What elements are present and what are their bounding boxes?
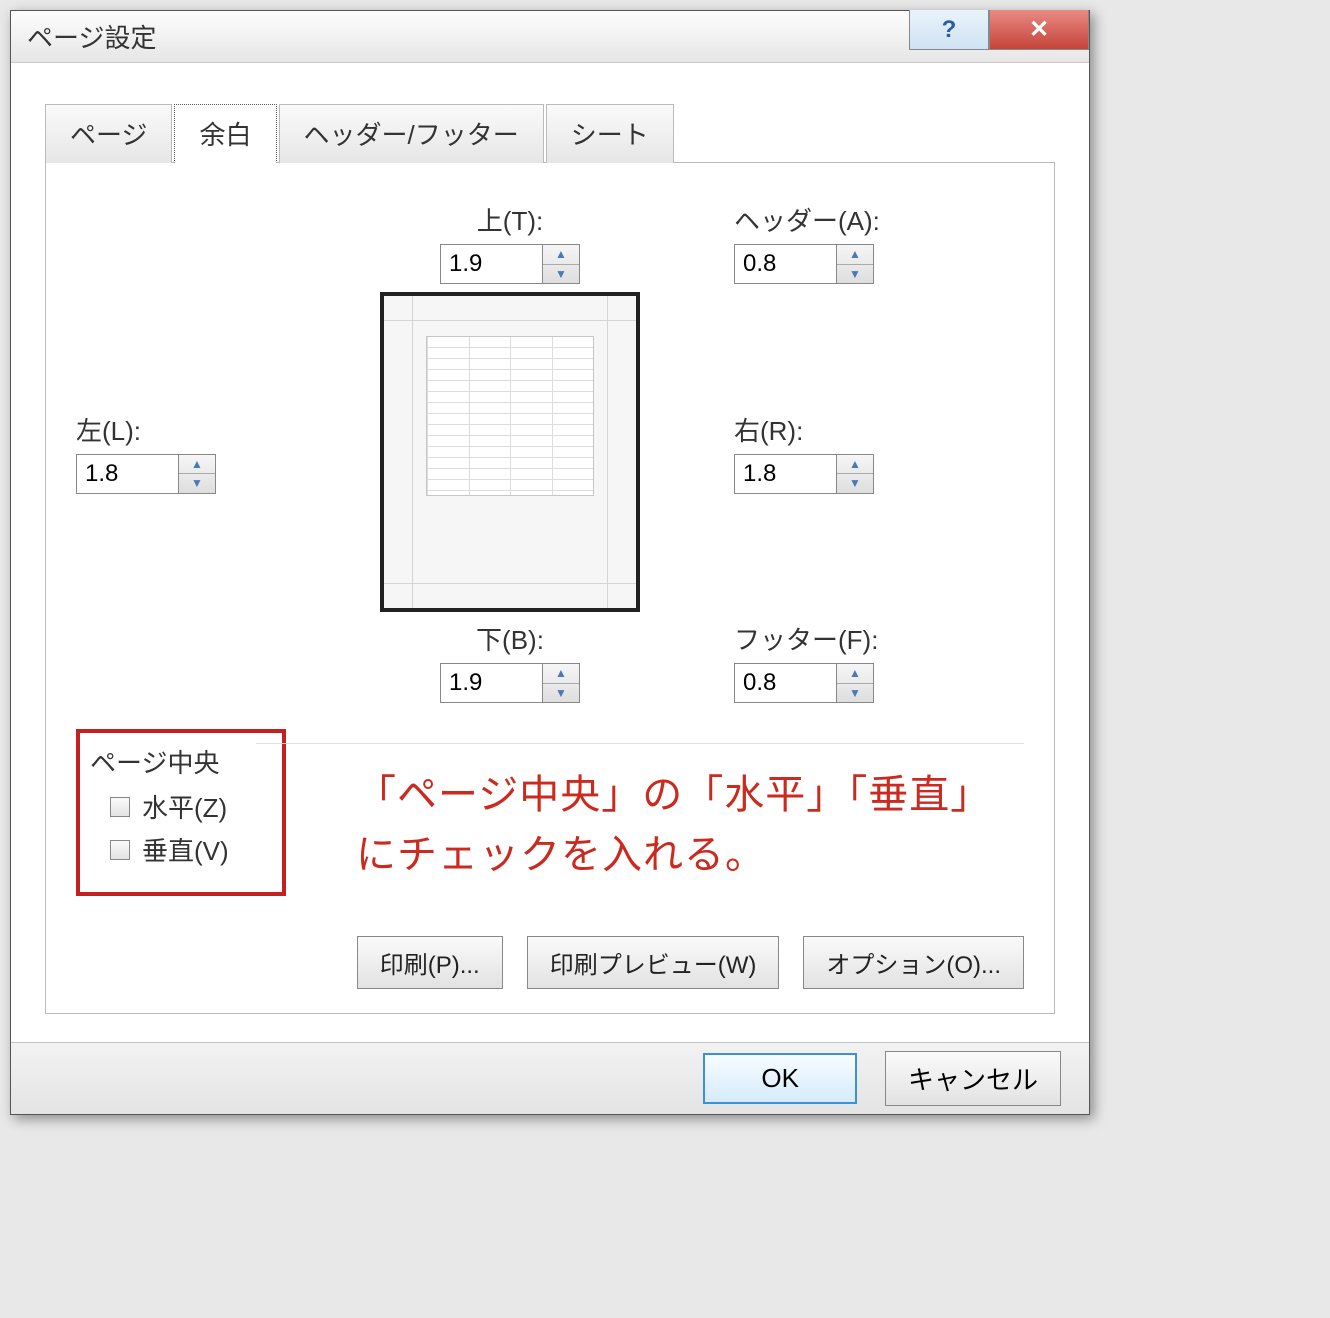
print-button[interactable]: 印刷(P)... <box>357 936 503 989</box>
spinner-arrows-icon[interactable]: ▲▼ <box>836 244 874 284</box>
close-button[interactable]: ✕ <box>989 10 1089 50</box>
margin-grid: 上(T): ▲▼ ヘッダー(A): ▲▼ 左(L): <box>76 193 1024 711</box>
annotation-text: 「ページ中央」の「水平」「垂直」 にチェックを入れる。 <box>356 765 991 885</box>
action-button-row: 印刷(P)... 印刷プレビュー(W) オプション(O)... <box>76 936 1024 989</box>
options-button[interactable]: オプション(O)... <box>803 936 1024 989</box>
margins-panel: 上(T): ▲▼ ヘッダー(A): ▲▼ 左(L): <box>45 163 1055 1014</box>
spinner-arrows-icon[interactable]: ▲▼ <box>836 663 874 703</box>
dialog-footer: OK キャンセル <box>11 1042 1089 1114</box>
print-preview-button[interactable]: 印刷プレビュー(W) <box>527 936 780 989</box>
tab-strip: ページ 余白 ヘッダー/フッター シート <box>45 103 1055 163</box>
top-margin-input[interactable] <box>440 244 542 284</box>
help-button[interactable]: ? <box>909 10 989 50</box>
top-margin-label: 上(T): <box>440 201 580 238</box>
center-horizontal-label: 水平(Z) <box>142 788 227 825</box>
preview-content-icon <box>426 336 594 496</box>
left-margin-label: 左(L): <box>76 411 216 448</box>
tab-margins[interactable]: 余白 <box>174 104 276 163</box>
tab-sheet[interactable]: シート <box>546 104 674 163</box>
right-margin-input[interactable] <box>734 454 836 494</box>
center-vertical-label: 垂直(V) <box>142 831 229 868</box>
center-vertical-checkbox[interactable] <box>110 840 130 860</box>
footer-margin-input[interactable] <box>734 663 836 703</box>
ok-button[interactable]: OK <box>703 1053 857 1104</box>
footer-margin-spinner[interactable]: ▲▼ <box>734 663 874 703</box>
page-center-section: ページ中央 水平(Z) 垂直(V) 「ページ中央」の「水平」「垂直」 にチェック… <box>76 729 1024 896</box>
bottom-margin-label: 下(B): <box>440 620 580 657</box>
spinner-arrows-icon[interactable]: ▲▼ <box>542 244 580 284</box>
page-setup-dialog: ページ設定 ? ✕ ページ 余白 ヘッダー/フッター シート 上(T): ▲▼ <box>10 10 1090 1115</box>
header-margin-label: ヘッダー(A): <box>734 201 880 238</box>
right-margin-label: 右(R): <box>734 411 874 448</box>
tab-header-footer[interactable]: ヘッダー/フッター <box>279 104 544 163</box>
right-margin-spinner[interactable]: ▲▼ <box>734 454 874 494</box>
page-center-legend: ページ中央 <box>90 743 256 780</box>
titlebar: ページ設定 ? ✕ <box>11 11 1089 63</box>
tab-page[interactable]: ページ <box>45 104 172 163</box>
footer-margin-label: フッター(F): <box>734 620 878 657</box>
spinner-arrows-icon[interactable]: ▲▼ <box>178 454 216 494</box>
header-margin-input[interactable] <box>734 244 836 284</box>
bottom-margin-input[interactable] <box>440 663 542 703</box>
bottom-margin-spinner[interactable]: ▲▼ <box>440 663 580 703</box>
page-center-highlight: ページ中央 水平(Z) 垂直(V) <box>76 729 286 896</box>
center-horizontal-checkbox[interactable] <box>110 797 130 817</box>
top-margin-spinner[interactable]: ▲▼ <box>440 244 580 284</box>
header-margin-spinner[interactable]: ▲▼ <box>734 244 874 284</box>
left-margin-input[interactable] <box>76 454 178 494</box>
left-margin-spinner[interactable]: ▲▼ <box>76 454 216 494</box>
spinner-arrows-icon[interactable]: ▲▼ <box>836 454 874 494</box>
client-area: ページ 余白 ヘッダー/フッター シート 上(T): ▲▼ ヘッダー(A): <box>11 63 1089 1042</box>
cancel-button[interactable]: キャンセル <box>885 1051 1061 1106</box>
page-preview <box>380 292 640 612</box>
spinner-arrows-icon[interactable]: ▲▼ <box>542 663 580 703</box>
dialog-title: ページ設定 <box>11 18 156 55</box>
